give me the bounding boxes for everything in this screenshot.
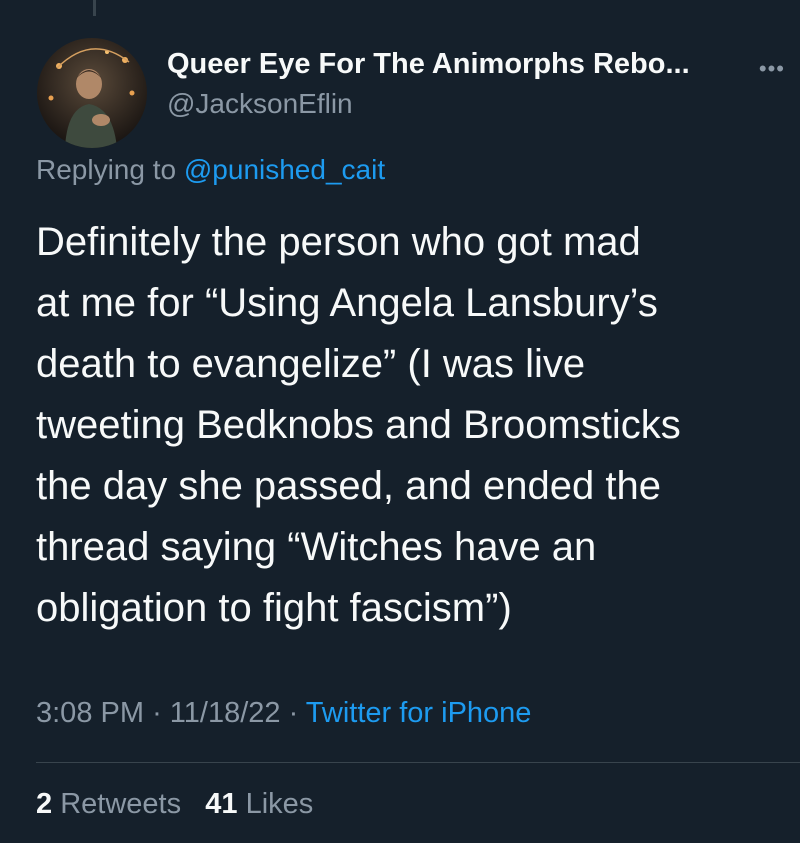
reply-mention-link[interactable]: @punished_cait xyxy=(184,154,385,185)
tweet-text-line: obligation to fight fascism”) xyxy=(36,586,512,630)
tweet-text-line: Definitely the person who got mad xyxy=(36,220,641,264)
profile-photo-icon xyxy=(37,38,147,148)
tweet-text-line: the day she passed, and ended the xyxy=(36,464,661,508)
reply-prefix: Replying to xyxy=(36,154,177,185)
likes-count: 41 xyxy=(205,788,238,820)
likes-label: Likes xyxy=(245,788,314,820)
tweet-text: Definitely the person who got mad at me … xyxy=(36,212,796,639)
tweet-text-line: death to evangelize” (I was live xyxy=(36,342,586,386)
more-options-icon[interactable]: ••• xyxy=(759,56,785,82)
meta-separator: · xyxy=(288,697,306,729)
retweets-label: Retweets xyxy=(60,788,182,820)
tweet-header: Queer Eye For The Animorphs Rebo... @Jac… xyxy=(37,26,787,148)
engagement-stats: 2 Retweets 41 Likes xyxy=(36,788,313,821)
meta-separator: · xyxy=(152,697,170,729)
retweets-count: 2 xyxy=(36,788,53,820)
tweet-date[interactable]: 11/18/22 xyxy=(170,697,281,729)
retweets-stat[interactable]: 2 Retweets xyxy=(36,788,181,820)
likes-stat[interactable]: 41 Likes xyxy=(205,788,313,820)
tweet-metadata: 3:08 PM · 11/18/22 · Twitter for iPhone xyxy=(36,697,531,730)
author-handle[interactable]: @JacksonEflin xyxy=(167,88,353,120)
thread-connector-line xyxy=(93,0,96,16)
tweet-text-line: at me for “Using Angela Lansbury’s xyxy=(36,281,658,325)
avatar[interactable] xyxy=(37,38,147,148)
divider xyxy=(36,762,800,763)
tweet-text-line: tweeting Bedknobs and Broomsticks xyxy=(36,403,681,447)
author-display-name[interactable]: Queer Eye For The Animorphs Rebo... xyxy=(167,48,690,81)
tweet-time[interactable]: 3:08 PM xyxy=(36,697,144,729)
tweet-source-link[interactable]: Twitter for iPhone xyxy=(306,697,532,729)
tweet-text-line: thread saying “Witches have an xyxy=(36,525,597,569)
reply-context: Replying to @punished_cait xyxy=(36,154,385,186)
